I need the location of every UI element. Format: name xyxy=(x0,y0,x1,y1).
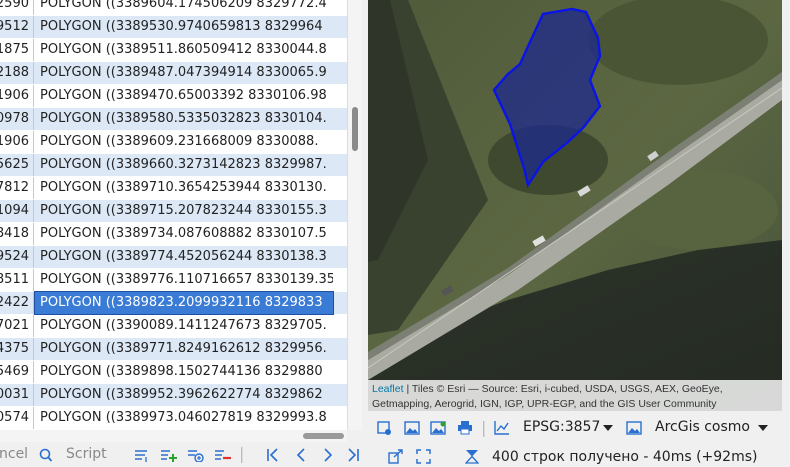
chevron-down-icon[interactable] xyxy=(758,424,768,432)
geometry-cell[interactable]: POLYGON ((3389776.110716657 8330139.35 xyxy=(35,269,333,291)
zoom-to-fit-icon[interactable] xyxy=(377,421,392,436)
first-page-icon[interactable] xyxy=(266,448,280,462)
row-id-cell[interactable]: 5469 xyxy=(0,361,34,383)
table-row[interactable]: 0574POLYGON ((3389973.046027819 8329993.… xyxy=(0,407,347,429)
row-id-cell[interactable]: 4375 xyxy=(0,338,34,360)
attribution-text: | Tiles © Esri — Source: Esri, i-cubed, … xyxy=(372,383,723,410)
row-id-cell[interactable]: 7021 xyxy=(0,315,34,337)
crs-selector[interactable]: EPSG:3857 xyxy=(523,419,600,435)
table-row[interactable]: 2422POLYGON ((3389823.2099932116 8329833 xyxy=(0,291,347,315)
map-toolbar: | EPSG:3857 ArcGis cosmo xyxy=(368,413,790,442)
grid-bottom-toolbar: ncel Script | xyxy=(0,442,368,467)
next-page-icon[interactable] xyxy=(322,448,334,462)
map-view[interactable] xyxy=(368,0,782,411)
row-id-cell[interactable]: 1906 xyxy=(0,131,34,153)
vertical-scroll-thumb[interactable] xyxy=(352,107,358,151)
script-button[interactable]: Script xyxy=(66,446,107,462)
row-id-cell[interactable]: 2590 xyxy=(0,0,34,15)
geometry-cell[interactable]: POLYGON ((3389898.1502744136 8329880 xyxy=(35,361,333,383)
previous-page-icon[interactable] xyxy=(295,448,307,462)
geometry-cell[interactable]: POLYGON ((3389734.087608882 8330107.5 xyxy=(35,223,333,245)
last-page-icon[interactable] xyxy=(346,448,360,462)
row-id-cell[interactable]: 0978 xyxy=(0,108,34,130)
geometry-cell[interactable]: POLYGON ((3389823.2099932116 8329833 xyxy=(34,291,334,315)
align-rows-icon[interactable] xyxy=(134,448,150,462)
row-id-cell[interactable]: 0574 xyxy=(0,407,34,429)
print-icon[interactable] xyxy=(457,420,473,435)
status-bar: 400 строк получено - 40ms (+92ms) xyxy=(368,446,790,467)
geometry-cell[interactable]: POLYGON ((3389771.8249162612 8329956. xyxy=(35,338,333,360)
table-row[interactable]: 8511POLYGON ((3389776.110716657 8330139.… xyxy=(0,269,347,291)
table-row[interactable]: 5625POLYGON ((3389660.3273142823 8329987… xyxy=(0,154,347,176)
results-grid[interactable]: 2590POLYGON ((3389604.174506209 8329772.… xyxy=(0,0,348,430)
table-row[interactable]: 1875POLYGON ((3389511.860509412 8330044.… xyxy=(0,39,347,61)
geometry-cell[interactable]: POLYGON ((3389530.9740659813 8329964 xyxy=(35,16,333,38)
row-id-cell[interactable]: 1906 xyxy=(0,85,34,107)
row-id-cell[interactable]: 8511 xyxy=(0,269,34,291)
duplicate-row-icon[interactable] xyxy=(187,448,204,462)
table-row[interactable]: 7021POLYGON ((3390089.1411247673 8329705… xyxy=(0,315,347,337)
chevron-down-icon[interactable] xyxy=(603,424,613,432)
table-row[interactable]: 4375POLYGON ((3389771.8249162612 8329956… xyxy=(0,338,347,360)
copy-image-icon[interactable] xyxy=(404,421,420,435)
geometry-cell[interactable]: POLYGON ((3389580.5335032823 8330104. xyxy=(35,108,333,130)
row-id-cell[interactable]: 2422 xyxy=(0,292,34,314)
geometry-cell[interactable]: POLYGON ((3389511.860509412 8330044.8 xyxy=(35,39,333,61)
add-row-icon[interactable] xyxy=(160,448,177,462)
save-image-icon[interactable] xyxy=(430,421,446,435)
table-row[interactable]: 0978POLYGON ((3389580.5335032823 8330104… xyxy=(0,108,347,130)
row-id-cell[interactable]: 1875 xyxy=(0,39,34,61)
row-id-cell[interactable]: 9512 xyxy=(0,16,34,38)
table-row[interactable]: 0031POLYGON ((3389952.3962622774 8329862 xyxy=(0,384,347,406)
grid-horizontal-scrollbar[interactable] xyxy=(0,430,347,442)
cancel-button[interactable]: ncel xyxy=(0,446,28,462)
toolbar-separator: | xyxy=(239,444,245,463)
table-row[interactable]: 8418POLYGON ((3389734.087608882 8330107.… xyxy=(0,223,347,245)
table-row[interactable]: 9524POLYGON ((3389774.452056244 8330138.… xyxy=(0,246,347,268)
table-row[interactable]: 1906POLYGON ((3389609.231668009 8330088. xyxy=(0,131,347,153)
basemap-selector[interactable]: ArcGis cosmo xyxy=(655,419,750,435)
row-id-cell[interactable]: 0031 xyxy=(0,384,34,406)
table-row[interactable]: 5469POLYGON ((3389898.1502744136 8329880 xyxy=(0,361,347,383)
export-icon[interactable] xyxy=(388,449,404,464)
satellite-basemap xyxy=(368,0,782,411)
table-row[interactable]: 2188POLYGON ((3389487.047394914 8330065.… xyxy=(0,62,347,84)
map-attribution: Leaflet | Tiles © Esri — Source: Esri, i… xyxy=(368,380,782,411)
axis-chart-icon[interactable] xyxy=(494,420,510,435)
geometry-cell[interactable]: POLYGON ((3390089.1411247673 8329705. xyxy=(35,315,333,337)
geometry-cell[interactable]: POLYGON ((3389952.3962622774 8329862 xyxy=(35,384,333,406)
geometry-cell[interactable]: POLYGON ((3389470.65003392 8330106.98 xyxy=(35,85,333,107)
geometry-cell[interactable]: POLYGON ((3389609.231668009 8330088. xyxy=(35,131,333,153)
status-text: 400 строк получено - 40ms (+92ms) xyxy=(492,449,758,465)
geometry-cell[interactable]: POLYGON ((3389715.207823244 8330155.3 xyxy=(35,200,333,222)
script-search-icon[interactable] xyxy=(39,448,52,462)
table-row[interactable]: 2590POLYGON ((3389604.174506209 8329772.… xyxy=(0,0,347,15)
leaflet-link[interactable]: Leaflet xyxy=(372,383,404,395)
geometry-cell[interactable]: POLYGON ((3389710.3654253944 8330130. xyxy=(35,177,333,199)
row-id-cell[interactable]: 2188 xyxy=(0,62,34,84)
geometry-cell[interactable]: POLYGON ((3389774.452056244 8330138.3 xyxy=(35,246,333,268)
fullscreen-icon[interactable] xyxy=(416,449,431,464)
table-row[interactable]: 1094POLYGON ((3389715.207823244 8330155.… xyxy=(0,200,347,222)
row-id-cell[interactable]: 8418 xyxy=(0,223,34,245)
toolbar-separator: | xyxy=(481,418,487,437)
grid-vertical-scrollbar[interactable] xyxy=(347,0,362,430)
table-row[interactable]: 9512POLYGON ((3389530.9740659813 8329964 xyxy=(0,16,347,38)
geometry-cell[interactable]: POLYGON ((3389487.047394914 8330065.9 xyxy=(35,62,333,84)
row-id-cell[interactable]: 1094 xyxy=(0,200,34,222)
table-row[interactable]: 7812POLYGON ((3389710.3654253944 8330130… xyxy=(0,177,347,199)
geometry-cell[interactable]: POLYGON ((3389660.3273142823 8329987. xyxy=(35,154,333,176)
row-id-cell[interactable]: 9524 xyxy=(0,246,34,268)
row-id-cell[interactable]: 7812 xyxy=(0,177,34,199)
delete-row-icon[interactable] xyxy=(214,448,231,462)
table-row[interactable]: 1906POLYGON ((3389470.65003392 8330106.9… xyxy=(0,85,347,107)
geometry-cell[interactable]: POLYGON ((3389973.046027819 8329993.8 xyxy=(35,407,333,429)
row-id-cell[interactable]: 5625 xyxy=(0,154,34,176)
horizontal-scroll-thumb[interactable] xyxy=(303,433,344,439)
basemap-icon[interactable] xyxy=(626,421,642,435)
geometry-cell[interactable]: POLYGON ((3389604.174506209 8329772.4 xyxy=(35,0,333,15)
hourglass-icon xyxy=(465,450,479,464)
